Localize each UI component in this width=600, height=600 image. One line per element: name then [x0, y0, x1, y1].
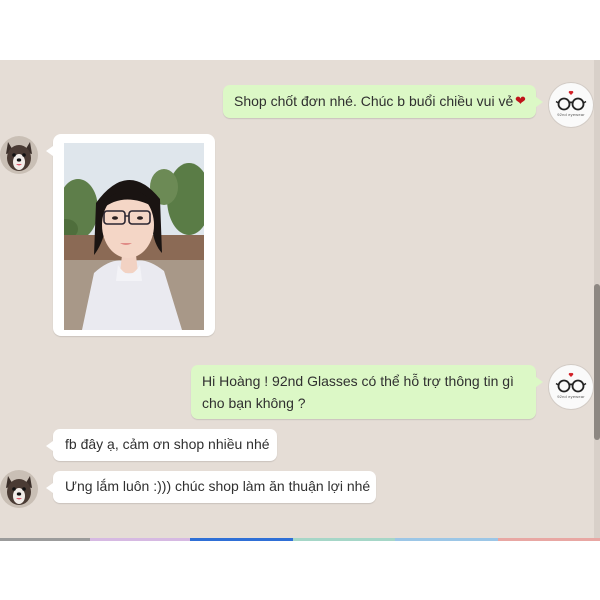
shop-name: 92nd eyewear: [557, 112, 585, 117]
incoming-message[interactable]: Ưng lắm luôn :))) chúc shop làm ăn thuận…: [46, 471, 376, 503]
bottom-color-bar: [0, 538, 600, 541]
shop-avatar[interactable]: 92nd eyewear: [549, 365, 593, 409]
image-message[interactable]: [46, 134, 215, 336]
message-text-line-2: cho bạn không ?: [202, 395, 306, 411]
dog-avatar-icon: [0, 470, 38, 508]
shop-avatar[interactable]: 92nd eyewear: [549, 83, 593, 127]
bubble-tail: [46, 146, 53, 156]
user-avatar[interactable]: [0, 136, 38, 174]
message-text: fb đây ạ, cảm ơn shop nhiều nhé: [65, 436, 270, 452]
heart-emoji: ❤: [515, 93, 526, 108]
scrollbar-thumb[interactable]: [594, 284, 600, 440]
shop-name: 92nd eyewear: [557, 394, 585, 399]
glasses-logo-icon: [555, 90, 587, 111]
user-avatar[interactable]: [0, 470, 38, 508]
bubble-tail: [46, 441, 53, 451]
bubble-tail: [46, 483, 53, 493]
dog-avatar-icon: [0, 136, 38, 174]
girl-with-glasses-photo: [64, 143, 204, 330]
glasses-logo-icon: [555, 372, 587, 393]
shared-photo[interactable]: [64, 143, 204, 330]
outgoing-message[interactable]: Hi Hoàng ! 92nd Glasses có thể hỗ trợ th…: [191, 365, 543, 419]
chat-panel: Shop chốt đơn nhé. Chúc b buổi chiều vui…: [0, 60, 600, 538]
message-text: Ưng lắm luôn :))) chúc shop làm ăn thuận…: [65, 478, 371, 494]
message-text: Shop chốt đơn nhé. Chúc b buổi chiều vui…: [234, 93, 514, 109]
bubble-tail: [536, 377, 543, 387]
message-text-line-1: Hi Hoàng ! 92nd Glasses có thể hỗ trợ th…: [202, 373, 514, 389]
outgoing-message[interactable]: Shop chốt đơn nhé. Chúc b buổi chiều vui…: [223, 85, 543, 118]
incoming-message[interactable]: fb đây ạ, cảm ơn shop nhiều nhé: [46, 429, 277, 461]
bubble-tail: [536, 97, 543, 107]
scrollbar-track[interactable]: [594, 60, 600, 538]
